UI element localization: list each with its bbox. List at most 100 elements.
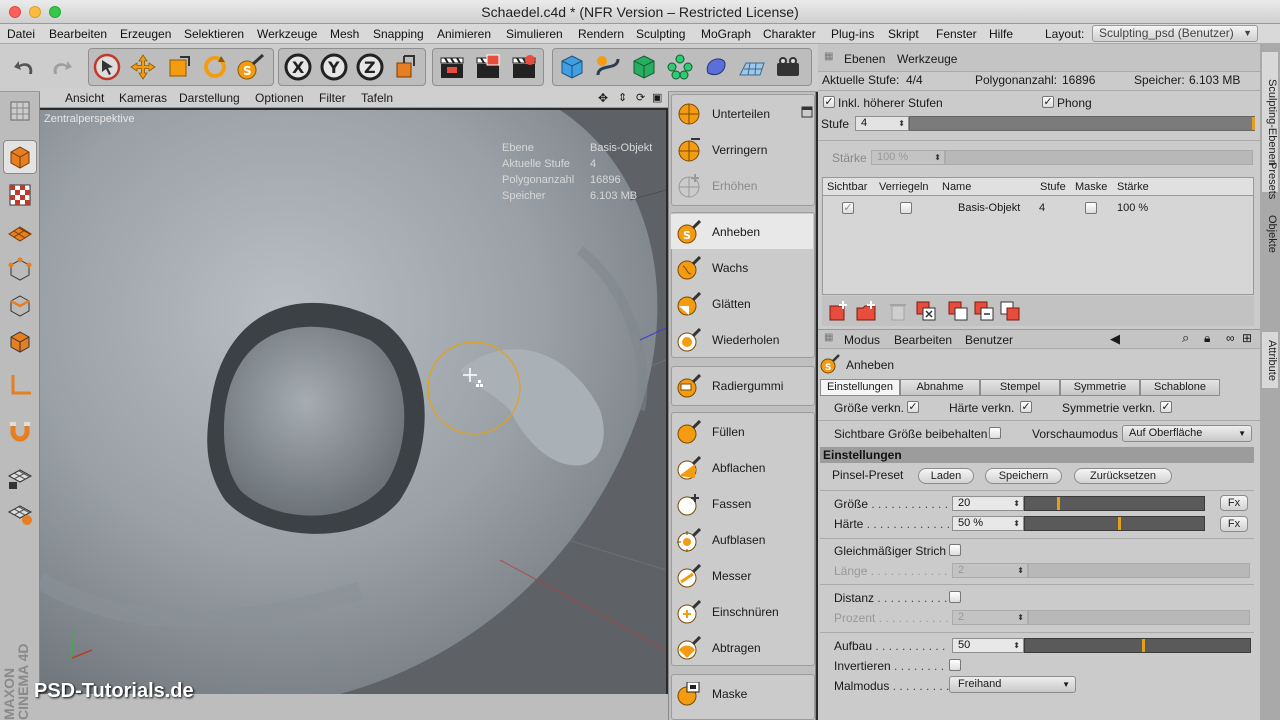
menu-fenster[interactable]: Fenster bbox=[936, 27, 977, 41]
preset-save-button[interactable]: Speichern bbox=[985, 468, 1062, 484]
menu-snapping[interactable]: Snapping bbox=[373, 27, 424, 41]
buildup-field[interactable]: 50 ⬍ bbox=[952, 638, 1024, 653]
viewport-3d[interactable]: Zentralperspektive Ebene Basis-Objekt Ak… bbox=[40, 110, 666, 694]
menu-sculpting[interactable]: Sculpting bbox=[636, 27, 685, 41]
viewport-menu-kameras[interactable]: Kameras bbox=[119, 91, 167, 105]
size-field[interactable]: 20 ⬍ bbox=[952, 496, 1024, 511]
menu-datei[interactable]: Datei bbox=[7, 27, 35, 41]
cube-button[interactable] bbox=[555, 50, 589, 84]
hardness-fx-button[interactable]: Fx bbox=[1220, 516, 1248, 532]
section-header[interactable]: Einstellungen bbox=[820, 447, 1254, 463]
row-lock-checkbox[interactable] bbox=[900, 202, 912, 214]
menu-mograph[interactable]: MoGraph bbox=[701, 27, 751, 41]
menu-simulieren[interactable]: Simulieren bbox=[506, 27, 563, 41]
brush-maske[interactable]: Maske bbox=[671, 676, 813, 711]
level-field[interactable]: 4 ⬍ bbox=[855, 116, 909, 131]
col-stufe[interactable]: Stufe bbox=[1040, 181, 1066, 193]
col-staerke[interactable]: Stärke bbox=[1117, 181, 1149, 193]
axis-mode-button[interactable] bbox=[3, 368, 37, 402]
layout-select[interactable]: Sculpting_psd (Benutzer) ▼ bbox=[1092, 25, 1258, 42]
attr-menu-benutzer[interactable]: Benutzer bbox=[965, 333, 1013, 347]
tab-schablone[interactable]: Schablone bbox=[1140, 379, 1220, 396]
workplane-button[interactable] bbox=[3, 94, 37, 128]
menu-bearbeiten[interactable]: Bearbeiten bbox=[49, 27, 107, 41]
menu-animieren[interactable]: Animieren bbox=[437, 27, 491, 41]
floor-button[interactable] bbox=[735, 50, 769, 84]
x-axis-button[interactable]: X bbox=[281, 50, 315, 84]
cloner-button[interactable] bbox=[663, 50, 697, 84]
viewport-rotate-icon[interactable]: ⟳ bbox=[636, 91, 645, 104]
link-icon[interactable]: ∞ bbox=[1226, 331, 1235, 345]
viewport-menu-optionen[interactable]: Optionen bbox=[255, 91, 304, 105]
link-hardness-checkbox[interactable]: ✓ bbox=[1020, 401, 1032, 413]
new-window-icon[interactable]: ⊞ bbox=[1242, 331, 1252, 345]
include-higher-levels-checkbox[interactable]: ✓ bbox=[823, 96, 835, 108]
edges-mode-button[interactable] bbox=[3, 288, 37, 322]
brush-einschnueren[interactable]: Einschnüren bbox=[671, 594, 813, 629]
side-tab-attribute[interactable]: Attribute bbox=[1262, 332, 1278, 388]
preset-load-button[interactable]: Laden bbox=[918, 468, 974, 484]
hardness-slider[interactable] bbox=[1024, 516, 1205, 531]
brush-abtragen[interactable]: Abtragen bbox=[671, 630, 813, 665]
rotate-button[interactable] bbox=[198, 50, 232, 84]
size-slider-knob[interactable] bbox=[1057, 497, 1060, 510]
undo-button[interactable] bbox=[8, 50, 42, 84]
texture-mode-button[interactable] bbox=[3, 178, 37, 212]
add-layer-button[interactable] bbox=[826, 299, 850, 323]
render-view-button[interactable] bbox=[435, 50, 469, 84]
brush-glaetten[interactable]: Glätten bbox=[671, 286, 813, 321]
viewport-zoom-icon[interactable]: ⇕ bbox=[618, 91, 627, 104]
back-arrow-icon[interactable]: ◀ bbox=[1110, 331, 1120, 347]
add-folder-button[interactable] bbox=[854, 299, 878, 323]
length-field[interactable]: 2 ⬍ bbox=[952, 563, 1028, 578]
z-axis-button[interactable]: Z bbox=[353, 50, 387, 84]
lock-icon[interactable]: 🔒︎ bbox=[1204, 331, 1210, 346]
row-visible-checkbox[interactable]: ✓ bbox=[842, 202, 854, 214]
brush-erhoehen[interactable]: Erhöhen bbox=[671, 168, 813, 203]
viewport-maximize-icon[interactable]: ▣ bbox=[652, 91, 662, 104]
search-icon[interactable]: ⌕ bbox=[1182, 330, 1189, 346]
buildup-slider[interactable] bbox=[1024, 638, 1251, 653]
live-selection-button[interactable] bbox=[90, 50, 124, 84]
attr-menu-bearbeiten[interactable]: Bearbeiten bbox=[894, 333, 952, 347]
menu-selektieren[interactable]: Selektieren bbox=[184, 27, 244, 41]
row-mask-checkbox[interactable] bbox=[1085, 202, 1097, 214]
snap-button[interactable] bbox=[3, 414, 37, 448]
brush-radiergummi[interactable]: Radiergummi bbox=[671, 368, 813, 403]
planar-workplane-button[interactable] bbox=[3, 496, 37, 530]
clear-layer-button[interactable] bbox=[914, 299, 938, 323]
level-slider[interactable] bbox=[909, 116, 1255, 131]
menu-werkzeuge[interactable]: Werkzeuge bbox=[257, 27, 317, 41]
sculpt-brush-button[interactable]: S bbox=[234, 50, 268, 84]
move-button[interactable] bbox=[126, 50, 160, 84]
side-tab-objekte[interactable]: Objekte bbox=[1262, 210, 1278, 258]
tab-symmetrie[interactable]: Symmetrie bbox=[1060, 379, 1140, 396]
phong-checkbox[interactable]: ✓ bbox=[1042, 96, 1054, 108]
brush-wiederholen[interactable]: Wiederholen bbox=[671, 322, 813, 357]
brush-anheben[interactable]: S Anheben bbox=[671, 214, 813, 249]
bake-layer-button[interactable] bbox=[998, 299, 1022, 323]
brush-fassen[interactable]: Fassen bbox=[671, 486, 813, 521]
attr-menu-modus[interactable]: Modus bbox=[844, 333, 880, 347]
strength-slider[interactable] bbox=[945, 150, 1253, 165]
copy-layer-button[interactable] bbox=[946, 299, 970, 323]
coordinate-system-button[interactable] bbox=[389, 50, 423, 84]
menu-hilfe[interactable]: Hilfe bbox=[989, 27, 1013, 41]
menu-rendern[interactable]: Rendern bbox=[578, 27, 624, 41]
viewport-move-icon[interactable]: ✥ bbox=[598, 91, 608, 105]
buildup-slider-knob[interactable] bbox=[1142, 639, 1145, 652]
menu-plugins[interactable]: Plug-ins bbox=[831, 27, 874, 41]
steady-stroke-checkbox[interactable] bbox=[949, 544, 961, 556]
brush-wachs[interactable]: Wachs bbox=[671, 250, 813, 285]
viewport-menu-ansicht[interactable]: Ansicht bbox=[65, 91, 104, 105]
y-axis-button[interactable]: Y bbox=[317, 50, 351, 84]
subdivision-button[interactable] bbox=[627, 50, 661, 84]
invert-checkbox[interactable] bbox=[949, 659, 961, 671]
render-picture-viewer-button[interactable] bbox=[471, 50, 505, 84]
hardness-slider-knob[interactable] bbox=[1118, 517, 1121, 530]
preview-mode-select[interactable]: Auf Oberfläche ▼ bbox=[1122, 425, 1252, 442]
workplane-mode-button[interactable] bbox=[3, 216, 37, 250]
merge-layer-button[interactable] bbox=[972, 299, 996, 323]
distance-checkbox[interactable] bbox=[949, 591, 961, 603]
side-tab-presets[interactable]: Presets bbox=[1262, 158, 1278, 204]
